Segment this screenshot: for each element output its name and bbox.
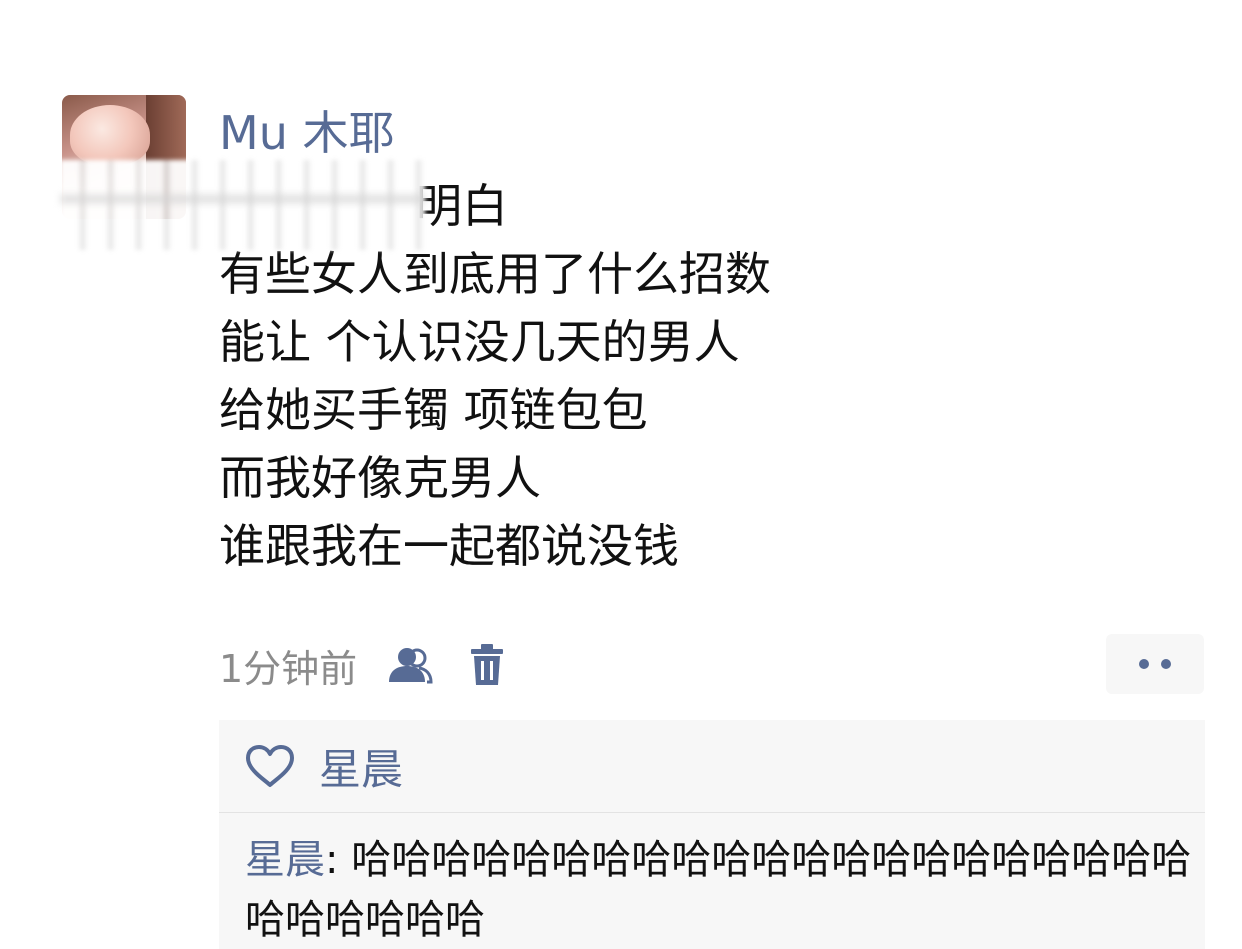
more-dot-left [1139, 659, 1149, 669]
comment-author[interactable]: 星晨 [245, 837, 325, 883]
post-line-3: 能让 个认识没几天的男人 [219, 315, 740, 369]
redaction-blur [60, 160, 425, 250]
liker-name[interactable]: 星晨 [319, 736, 403, 797]
moments-post: Mu 木耶 明白 有些女人到底用了什么招数 能让 个认识没几天的男人 给她买手镯… [0, 0, 1242, 949]
post-line-5: 而我好像克男人 [219, 451, 541, 505]
more-dot-right [1161, 659, 1171, 669]
likes-row: 星晨 [219, 720, 1205, 813]
post-line-2: 有些女人到底用了什么招数 [219, 247, 771, 301]
post-timestamp: 1分钟前 [219, 646, 358, 691]
comment-text: 哈哈哈哈哈哈哈哈哈哈哈哈哈哈哈哈哈哈哈哈哈哈哈哈哈哈哈 [245, 837, 1192, 943]
likes-comments-panel: 星晨 星晨: 哈哈哈哈哈哈哈哈哈哈哈哈哈哈哈哈哈哈哈哈哈哈哈哈哈哈哈 [219, 720, 1205, 949]
comment-item[interactable]: 星晨: 哈哈哈哈哈哈哈哈哈哈哈哈哈哈哈哈哈哈哈哈哈哈哈哈哈哈哈 [245, 830, 1195, 949]
friends-visibility-icon[interactable] [381, 638, 437, 692]
avatar-character [70, 105, 150, 165]
post-username[interactable]: Mu 木耶 [219, 103, 394, 163]
post-line-4: 给她买手镯 项链包包 [219, 383, 648, 437]
more-dots-icon[interactable] [1106, 634, 1204, 694]
trash-icon[interactable] [459, 638, 515, 692]
post-line-6: 谁跟我在一起都说没钱 [219, 519, 679, 573]
heart-icon [245, 743, 295, 789]
post-meta: 1分钟前 [219, 638, 515, 692]
comment-separator: : [325, 837, 352, 883]
